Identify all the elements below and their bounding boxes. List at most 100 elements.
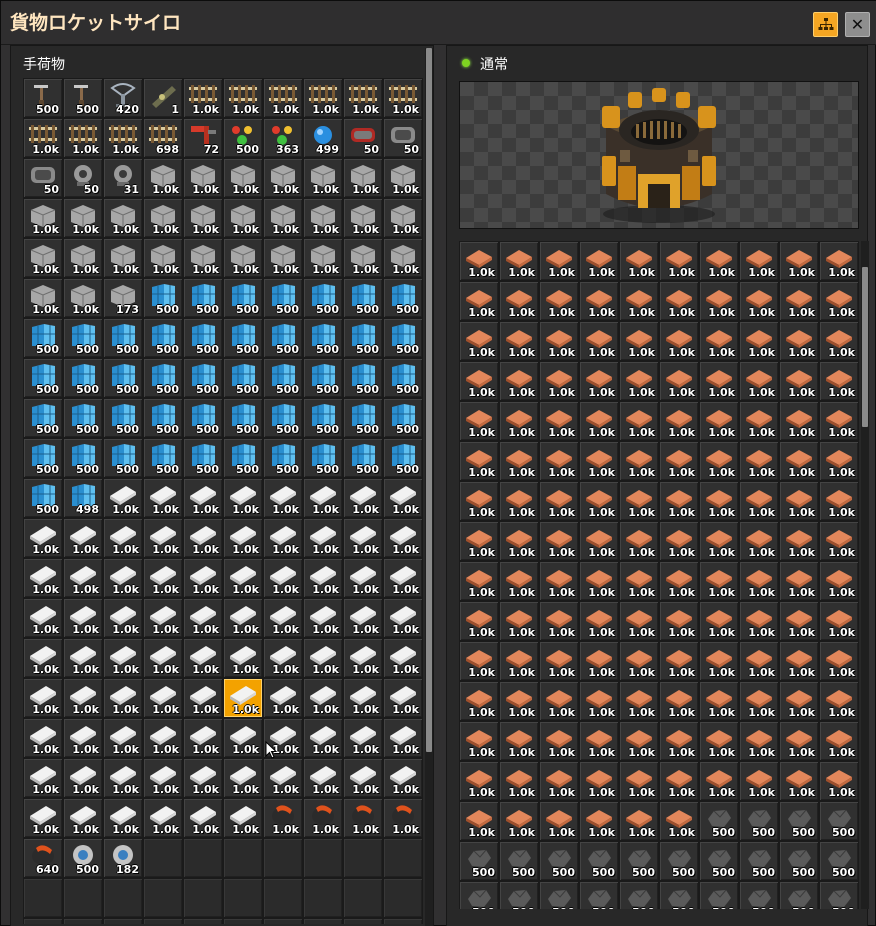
empty-slot[interactable] [23,918,63,924]
inventory-slot-copper[interactable]: 1.0k [659,441,699,481]
inventory-slot-solar-panel[interactable]: 500 [143,398,183,438]
inventory-slot-copper[interactable]: 1.0k [739,521,779,561]
inventory-slot-concrete[interactable]: 1.0k [303,238,343,278]
inventory-slot-plate[interactable]: 1.0k [183,758,223,798]
inventory-slot-plate[interactable]: 1.0k [343,478,383,518]
inventory-slot-copper[interactable]: 1.0k [499,321,539,361]
inventory-scrollbar[interactable] [425,48,433,926]
inventory-slot-plate[interactable]: 1.0k [303,638,343,678]
empty-slot[interactable] [183,838,223,878]
inventory-slot-plate[interactable]: 1.0k [303,718,343,758]
inventory-slot-copper[interactable]: 1.0k [779,601,819,641]
inventory-slot-plate[interactable]: 1.0k [103,678,143,718]
inventory-slot-copper[interactable]: 1.0k [619,241,659,281]
inventory-slot-concrete[interactable]: 1.0k [183,158,223,198]
inventory-slot-copper[interactable]: 1.0k [539,521,579,561]
empty-slot[interactable] [63,878,103,918]
inventory-slot-plate[interactable]: 1.0k [343,638,383,678]
inventory-slot-rail[interactable]: 1.0k [183,78,223,118]
inventory-slot-copper[interactable]: 1.0k [619,521,659,561]
inventory-slot-stone[interactable]: 500 [699,841,739,881]
inventory-slot-grabber[interactable]: 72 [183,118,223,158]
inventory-slot-plate[interactable]: 1.0k [383,558,423,598]
inventory-slot-copper[interactable]: 1.0k [459,281,499,321]
inventory-slot-copper[interactable]: 1.0k [619,441,659,481]
empty-slot[interactable] [303,918,343,924]
inventory-slot-concrete[interactable]: 1.0k [343,198,383,238]
inventory-slot-copper[interactable]: 1.0k [659,401,699,441]
inventory-slot-plate[interactable]: 1.0k [23,558,63,598]
inventory-slot-solar-panel[interactable]: 500 [63,358,103,398]
inventory-slot-solar-panel[interactable]: 500 [103,438,143,478]
inventory-slot-solar-panel[interactable]: 500 [183,278,223,318]
inventory-slot-copper[interactable]: 1.0k [579,401,619,441]
inventory-slot-plate[interactable]: 1.0k [103,478,143,518]
inventory-slot-plate[interactable]: 1.0k [303,518,343,558]
empty-slot[interactable] [303,838,343,878]
inventory-slot-concrete[interactable]: 1.0k [183,198,223,238]
empty-slot[interactable] [383,918,423,924]
inventory-slot-stone[interactable]: 500 [659,841,699,881]
inventory-slot-plate[interactable]: 1.0k [183,678,223,718]
empty-slot[interactable] [183,878,223,918]
empty-slot[interactable] [183,918,223,924]
inventory-slot-copper[interactable]: 1.0k [499,401,539,441]
inventory-slot-plate[interactable]: 1.0k [263,598,303,638]
inventory-slot-solar-panel[interactable]: 500 [63,398,103,438]
inventory-slot-plate[interactable]: 1.0k [143,558,183,598]
inventory-slot-copper[interactable]: 1.0k [739,361,779,401]
inventory-slot-concrete[interactable]: 1.0k [303,158,343,198]
inventory-slot-copper[interactable]: 1.0k [659,361,699,401]
inventory-slot-copper[interactable]: 1.0k [619,481,659,521]
inventory-slot-copper[interactable]: 1.0k [819,761,859,801]
empty-slot[interactable] [343,918,383,924]
inventory-slot-plate[interactable]: 1.0k [23,518,63,558]
inventory-slot-solar-panel[interactable]: 500 [143,438,183,478]
inventory-slot-solar-panel[interactable]: 500 [183,318,223,358]
inventory-slot-concrete[interactable]: 1.0k [63,278,103,318]
inventory-slot-copper[interactable]: 1.0k [739,241,779,281]
inventory-slot-rail-signal[interactable]: 1 [143,78,183,118]
inventory-slot-stone[interactable]: 500 [779,841,819,881]
empty-slot[interactable] [223,878,263,918]
inventory-slot-copper[interactable]: 1.0k [619,801,659,841]
inventory-slot-stone[interactable]: 500 [459,841,499,881]
inventory-slot-copper[interactable]: 1.0k [779,521,819,561]
inventory-slot-stone[interactable]: 500 [739,881,779,909]
inventory-slot-rail[interactable]: 698 [143,118,183,158]
inventory-slot-plate[interactable]: 1.0k [183,718,223,758]
inventory-slot-copper[interactable]: 1.0k [819,601,859,641]
inventory-slot-plate[interactable]: 1.0k [183,478,223,518]
inventory-slot-copper[interactable]: 1.0k [579,321,619,361]
inventory-slot-copper[interactable]: 1.0k [659,721,699,761]
inventory-slot-copper[interactable]: 1.0k [499,801,539,841]
inventory-slot-copper[interactable]: 1.0k [659,641,699,681]
inventory-slot-solar-panel[interactable]: 500 [23,478,63,518]
inventory-slot-copper[interactable]: 1.0k [819,481,859,521]
inventory-slot-copper[interactable]: 1.0k [539,681,579,721]
inventory-slot-stone[interactable]: 500 [539,881,579,909]
inventory-slot-solar-panel[interactable]: 500 [143,318,183,358]
inventory-slot-concrete[interactable]: 1.0k [223,158,263,198]
inventory-slot-copper[interactable]: 1.0k [459,521,499,561]
logistics-button[interactable] [813,12,838,37]
inventory-slot-plate[interactable]: 1.0k [183,638,223,678]
inventory-slot-copper[interactable]: 1.0k [499,481,539,521]
inventory-slot-plate[interactable]: 1.0k [383,598,423,638]
inventory-slot-copper[interactable]: 1.0k [659,601,699,641]
inventory-slot-copper[interactable]: 1.0k [819,721,859,761]
inventory-slot-plate[interactable]: 1.0k [343,558,383,598]
inventory-slot-copper[interactable]: 1.0k [459,361,499,401]
inventory-slot-solar-panel[interactable]: 500 [23,438,63,478]
inventory-slot-solar-panel[interactable]: 500 [343,358,383,398]
empty-slot[interactable] [23,878,63,918]
inventory-slot-rocket-fuel[interactable]: 1.0k [383,798,423,838]
inventory-slot-plate[interactable]: 1.0k [263,518,303,558]
inventory-slot-copper[interactable]: 1.0k [619,361,659,401]
inventory-slot-concrete[interactable]: 1.0k [23,198,63,238]
inventory-slot-copper[interactable]: 1.0k [779,561,819,601]
inventory-slot-plate[interactable]: 1.0k [263,678,303,718]
inventory-slot-stone[interactable]: 500 [579,881,619,909]
entity-preview[interactable] [459,81,859,229]
inventory-slot-copper[interactable]: 1.0k [459,681,499,721]
